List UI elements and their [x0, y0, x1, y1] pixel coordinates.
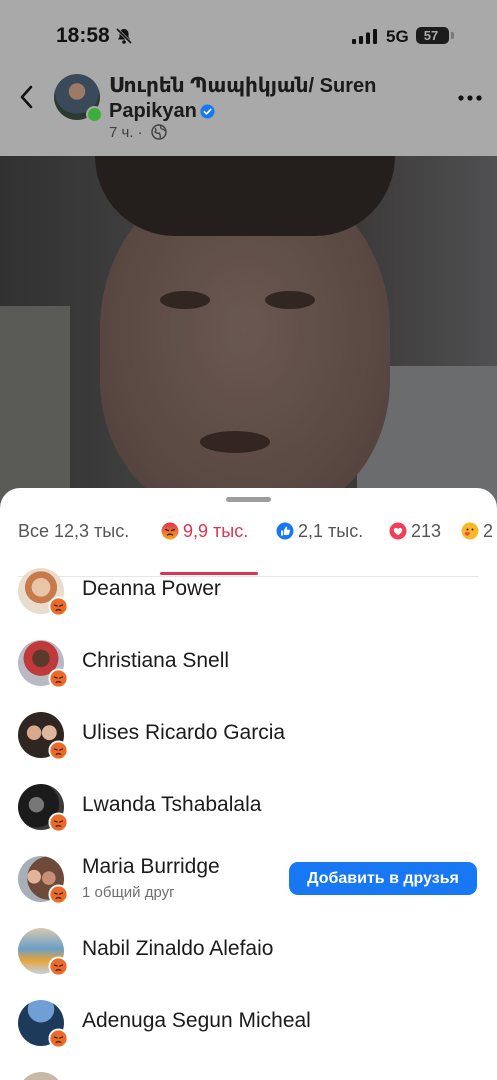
status-bar: 18:58 5G 57: [0, 0, 497, 70]
person-name[interactable]: Ulises Ricardo Garcia: [82, 721, 285, 745]
angry-icon: [161, 522, 179, 540]
back-chevron-icon[interactable]: [14, 82, 40, 112]
list-item[interactable]: Lwanda Tshabalala: [0, 776, 497, 836]
angry-badge-icon: [48, 956, 69, 977]
like-icon: [276, 522, 294, 540]
meta-separator: ·: [137, 124, 143, 141]
signal-icon: [352, 29, 377, 44]
post-meta: 7 ч. ·: [109, 124, 167, 141]
post-author[interactable]: Սուրեն Պապիկյան/ Suren Papikyan: [109, 74, 409, 124]
reactions-sheet: Все 12,3 тыс. 9,9 тыс. 2,1 тыс. 213 2 De…: [0, 488, 497, 1080]
tab-all-label: Все 12,3 тыс.: [18, 520, 130, 541]
person-name[interactable]: Christiana Snell: [82, 649, 229, 673]
tab-care-label: 2: [483, 520, 494, 541]
online-indicator: [86, 106, 103, 123]
sheet-drag-handle[interactable]: [226, 497, 271, 502]
post-author-name[interactable]: Սուրեն Պապիկյան/ Suren Papikyan: [109, 75, 376, 122]
verified-badge-icon: [200, 104, 215, 119]
list-item[interactable]: Ulises Ricardo Garcia: [0, 704, 497, 764]
tab-love-label: 213: [411, 520, 442, 541]
love-icon: [389, 522, 407, 540]
list-item[interactable]: Adenuga Segun Micheal: [0, 992, 497, 1052]
care-icon: [461, 522, 479, 540]
angry-badge-icon: [48, 596, 69, 617]
list-item[interactable]: [0, 1064, 497, 1080]
bell-off-icon: [115, 27, 133, 45]
tab-like[interactable]: 2,1 тыс.: [276, 516, 363, 546]
tab-angry[interactable]: 9,9 тыс.: [161, 516, 248, 546]
person-name[interactable]: Lwanda Tshabalala: [82, 793, 261, 817]
angry-badge-icon: [48, 668, 69, 689]
reaction-tabs: Все 12,3 тыс. 9,9 тыс. 2,1 тыс. 213 2: [0, 512, 497, 577]
tab-angry-label: 9,9 тыс.: [183, 520, 249, 541]
battery-icon: 57: [416, 27, 449, 44]
person-name[interactable]: Adenuga Segun Micheal: [82, 1009, 311, 1033]
avatar[interactable]: [18, 1072, 64, 1080]
angry-badge-icon: [48, 1028, 69, 1049]
post-time: 7 ч.: [109, 124, 134, 141]
person-name[interactable]: Nabil Zinaldo Alefaio: [82, 937, 273, 961]
angry-badge-icon: [48, 812, 69, 833]
network-type: 5G: [386, 27, 409, 46]
person-name[interactable]: Deanna Power: [82, 577, 221, 601]
tab-love[interactable]: 213: [389, 516, 441, 546]
post-background: 18:58 5G 57 Սուրեն Պապիկյան/ Suren Papik…: [0, 0, 497, 520]
angry-badge-icon: [48, 884, 69, 905]
status-time: 18:58: [56, 24, 110, 47]
more-options-icon[interactable]: [458, 95, 482, 101]
video-thumbnail[interactable]: [0, 156, 497, 520]
list-item[interactable]: Nabil Zinaldo Alefaio: [0, 920, 497, 980]
angry-badge-icon: [48, 740, 69, 761]
list-item[interactable]: Deanna Power: [0, 560, 497, 620]
tab-like-label: 2,1 тыс.: [298, 520, 364, 541]
battery-level: 57: [423, 28, 439, 43]
person-name[interactable]: Maria Burridge: [82, 855, 220, 879]
tab-all[interactable]: Все 12,3 тыс.: [18, 516, 129, 546]
add-friend-button[interactable]: Добавить в друзья: [289, 862, 477, 895]
globe-icon: [151, 124, 167, 140]
mutual-friends: 1 общий друг: [82, 884, 175, 901]
tab-care[interactable]: 2: [461, 516, 493, 546]
list-item[interactable]: Christiana Snell: [0, 632, 497, 692]
